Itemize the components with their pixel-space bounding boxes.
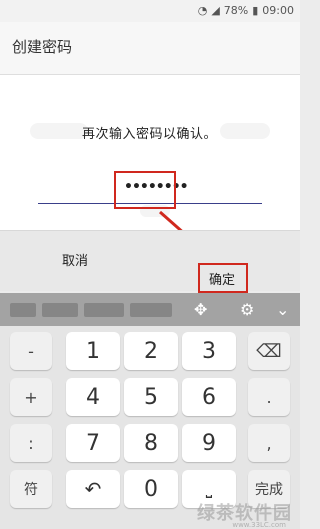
toolbar-blurred-item [84,303,124,317]
toolbar-blurred-item [130,303,172,317]
confirm-highlight-box [198,263,248,293]
watermark-url: www.33LC.com [232,521,286,529]
cursor-move-icon[interactable]: ✥ [194,300,207,319]
key-5[interactable]: 5 [124,378,178,416]
key-plus[interactable]: + [10,378,52,416]
key-minus[interactable]: - [10,332,52,370]
space-icon: ⎵ [205,479,213,498]
key-0[interactable]: 0 [124,470,178,508]
key-2[interactable]: 2 [124,332,178,370]
undo-key[interactable]: ↶ [66,470,120,508]
key-8[interactable]: 8 [124,424,178,462]
chevron-down-icon[interactable]: ⌄ [276,300,289,319]
key-comma[interactable]: , [248,424,290,462]
key-colon[interactable]: : [10,424,52,462]
backspace-icon: ⌫ [256,340,282,362]
key-7[interactable]: 7 [66,424,120,462]
toolbar-blurred-item [42,303,78,317]
keyboard-toolbar: ✥ ⚙ ⌄ [0,293,300,326]
backspace-key[interactable]: ⌫ [248,332,290,370]
key-1[interactable]: 1 [66,332,120,370]
key-dot[interactable]: . [248,378,290,416]
gear-icon[interactable]: ⚙ [240,300,254,319]
key-3[interactable]: 3 [182,332,236,370]
key-6[interactable]: 6 [182,378,236,416]
undo-icon: ↶ [84,477,102,501]
action-bar: 取消 确定 [0,230,300,293]
toolbar-blurred-item [10,303,36,317]
cancel-button[interactable]: 取消 [62,250,88,269]
key-9[interactable]: 9 [182,424,236,462]
key-symbol[interactable]: 符 [10,470,52,508]
key-4[interactable]: 4 [66,378,120,416]
